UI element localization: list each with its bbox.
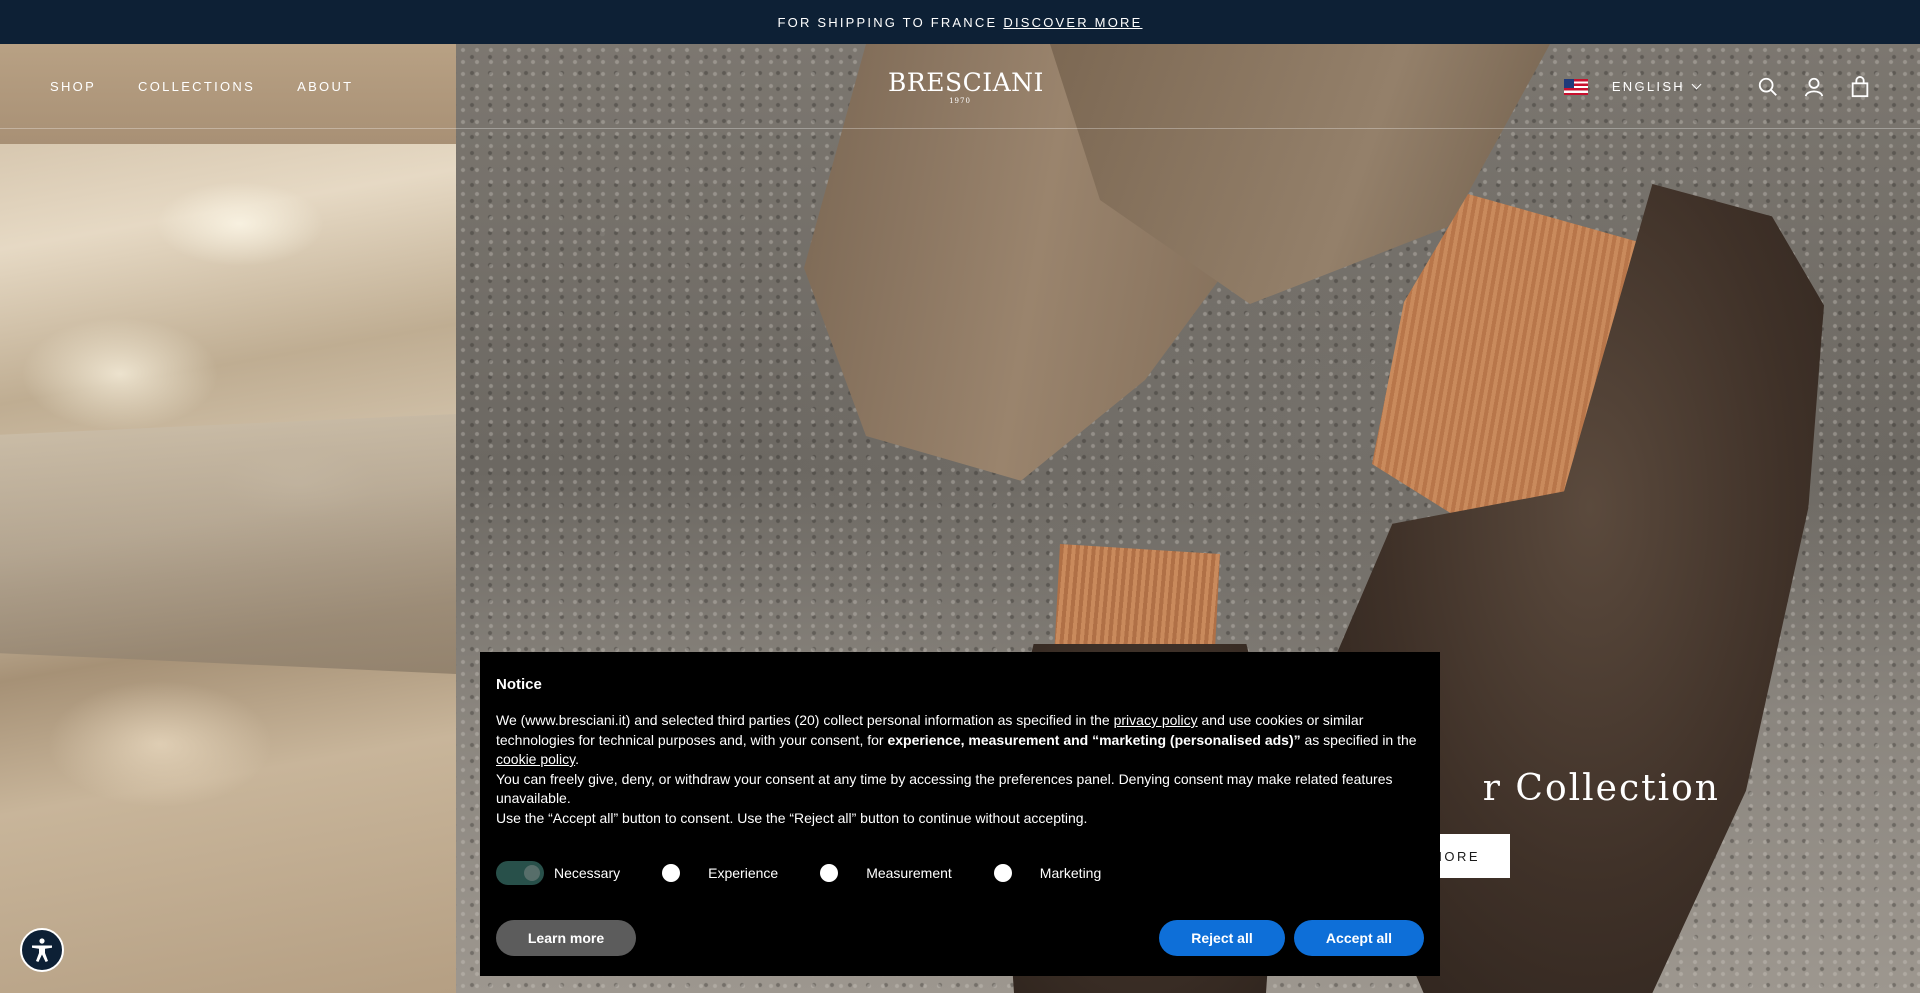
nav-shop[interactable]: SHOP	[50, 79, 96, 94]
experience-checkbox[interactable]	[662, 864, 681, 882]
language-selector[interactable]: ENGLISH	[1611, 79, 1702, 94]
cookie-text-1d: .	[575, 751, 580, 767]
accept-all-button[interactable]: Accept all	[1294, 920, 1424, 956]
cookie-banner: Notice We (www.bresciani.it) and selecte…	[480, 652, 1440, 976]
language-label: ENGLISH	[1611, 79, 1685, 94]
privacy-policy-link[interactable]: privacy policy	[1114, 712, 1198, 728]
reject-all-button[interactable]: Reject all	[1159, 920, 1285, 956]
cookie-buttons: Learn more Reject all Accept all	[496, 920, 1424, 956]
header-actions: ENGLISH	[1563, 44, 1872, 129]
cart-icon[interactable]	[1848, 75, 1872, 99]
announcement-text: FOR SHIPPING TO FRANCE	[777, 14, 998, 30]
nav-about[interactable]: ABOUT	[297, 79, 353, 94]
toggle-measurement: Measurement	[812, 864, 952, 882]
cookie-text-1a: We (www.bresciani.it) and selected third…	[496, 712, 1114, 728]
consent-toggles: Necessary Experience Measurement Marketi…	[496, 860, 1424, 886]
toggle-label-measurement: Measurement	[866, 865, 952, 881]
chevron-down-icon	[1691, 79, 1702, 90]
site-header: SHOP COLLECTIONS ABOUT BRESCIANI 1970 EN…	[0, 44, 1920, 129]
stone-step	[0, 414, 456, 674]
cookie-text-3: Use the “Accept all” button to consent. …	[496, 809, 1088, 826]
accessibility-button[interactable]	[20, 928, 64, 972]
announcement-bar: FOR SHIPPING TO FRANCE DISCOVER MORE	[0, 0, 1920, 44]
cookie-text-1-bold: experience, measurement and “marketing (…	[887, 731, 1301, 748]
toggle-label-marketing: Marketing	[1039, 865, 1102, 881]
cookie-text-1: We (www.bresciani.it) and selected third…	[496, 711, 1424, 770]
main-nav: SHOP COLLECTIONS ABOUT	[50, 44, 353, 129]
accessibility-icon	[32, 938, 52, 962]
necessary-switch[interactable]	[496, 861, 544, 885]
measurement-checkbox[interactable]	[820, 864, 839, 882]
cookie-text-1c: as specified in the	[1300, 731, 1417, 748]
search-icon[interactable]	[1756, 75, 1780, 99]
toggle-label-necessary: Necessary	[554, 865, 621, 881]
marketing-checkbox[interactable]	[993, 864, 1012, 882]
toggle-experience: Experience	[654, 864, 778, 882]
logo-name: BRESCIANI	[888, 68, 1044, 97]
cookie-policy-link[interactable]: cookie policy	[496, 751, 575, 767]
logo-year: 1970	[949, 97, 971, 105]
toggle-label-experience: Experience	[708, 865, 779, 881]
toggle-marketing: Marketing	[986, 864, 1101, 882]
learn-more-button[interactable]: Learn more	[496, 920, 636, 956]
discover-more-link[interactable]: DISCOVER MORE	[1003, 15, 1142, 30]
us-flag-icon[interactable]	[1563, 78, 1588, 95]
nav-collections[interactable]: COLLECTIONS	[138, 79, 255, 94]
hero-stone-image	[0, 44, 456, 993]
cookie-title: Notice	[496, 676, 542, 693]
brand-logo[interactable]: BRESCIANI 1970	[888, 70, 1043, 105]
toggle-necessary: Necessary	[496, 861, 620, 885]
account-icon[interactable]	[1802, 75, 1826, 99]
cookie-text-2: You can freely give, deny, or withdraw y…	[496, 770, 1393, 807]
